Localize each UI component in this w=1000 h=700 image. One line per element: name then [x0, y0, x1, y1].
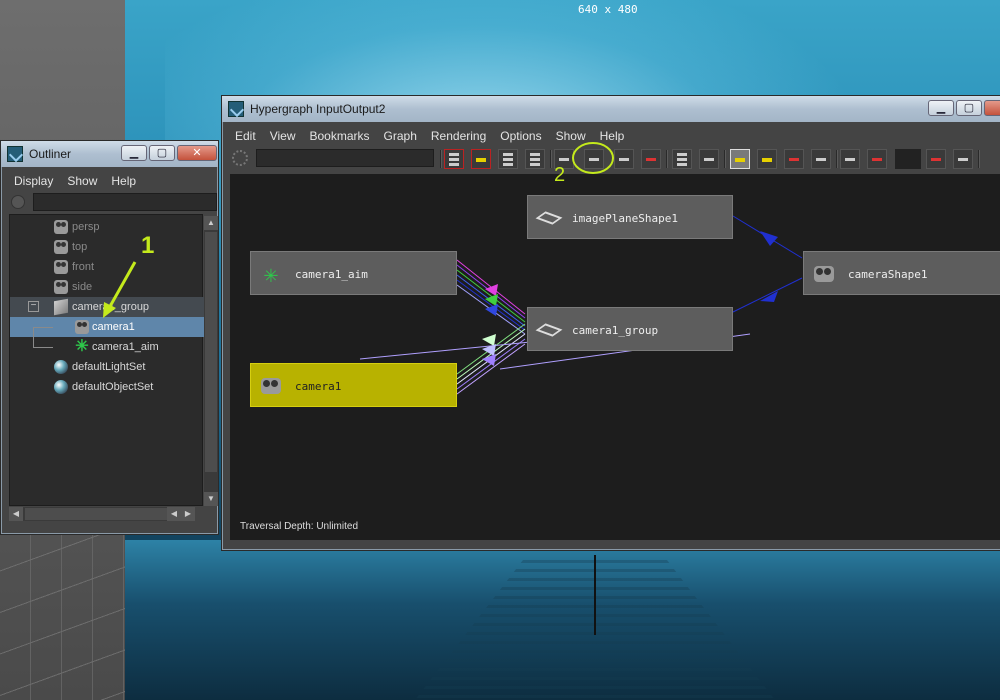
- group-icon: [535, 323, 563, 337]
- traversal-depth-status: Traversal Depth: Unlimited: [240, 521, 359, 532]
- maya-app-icon: [7, 146, 23, 162]
- input-output-connections-button[interactable]: [584, 149, 604, 169]
- camera-icon: [54, 240, 68, 254]
- outliner-menubar: Display Show Help: [7, 171, 212, 191]
- outliner-item-side[interactable]: side: [10, 277, 204, 297]
- hypergraph-search-input[interactable]: [256, 149, 434, 167]
- menu-help[interactable]: Help: [104, 171, 143, 188]
- show-connections-button[interactable]: [699, 149, 719, 169]
- outliner-item-camera1-group[interactable]: − camera1_group: [10, 297, 204, 317]
- maya-app-icon: [228, 101, 244, 117]
- menu-help[interactable]: Help: [593, 126, 632, 143]
- outliner-horizontal-scrollbar[interactable]: ◀ ◀ ▶: [9, 507, 195, 521]
- zero-button[interactable]: [840, 149, 860, 169]
- menu-edit[interactable]: Edit: [228, 126, 263, 143]
- layout-button[interactable]: [498, 149, 518, 169]
- outliner-item-camera1[interactable]: camera1: [10, 317, 204, 337]
- outliner-item-defaultlightset[interactable]: defaultLightSet: [10, 357, 204, 377]
- hypergraph-window: Hypergraph InputOutput2 ▁ ▢ ✕ EditViewBo…: [221, 95, 1000, 551]
- scroll-right-icon[interactable]: ◀: [167, 507, 181, 521]
- close-button[interactable]: ✕: [984, 100, 1000, 116]
- clear-graph-button[interactable]: [641, 149, 661, 169]
- menu-graph[interactable]: Graph: [377, 126, 424, 143]
- swatch-button[interactable]: [895, 149, 921, 169]
- camera-icon: [54, 220, 68, 234]
- frame-all-button[interactable]: [811, 149, 831, 169]
- scroll-thumb[interactable]: [205, 232, 217, 472]
- hypergraph-menubar: Edit View Bookmarks Graph Rendering Options Sh…: [228, 126, 1000, 146]
- maximize-button[interactable]: ▢: [956, 100, 982, 116]
- scroll-right-icon[interactable]: ▶: [181, 507, 195, 521]
- camera-arrowheads: [482, 334, 496, 366]
- menu-display[interactable]: Display: [7, 171, 60, 188]
- shapes-button[interactable]: [784, 149, 804, 169]
- outliner-vertical-scrollbar[interactable]: ▲ ▼: [204, 216, 218, 506]
- node-camerashape1[interactable]: cameraShape1: [803, 251, 1000, 295]
- outliner-filter: [9, 193, 217, 211]
- menu-view[interactable]: View: [263, 126, 303, 143]
- hypergraph-titlebar[interactable]: Hypergraph InputOutput2 ▁ ▢ ✕: [222, 96, 1000, 122]
- node-camera1-aim[interactable]: camera1_aim: [250, 251, 457, 295]
- toggle-dag-button[interactable]: [730, 149, 750, 169]
- collapse-toggle[interactable]: −: [28, 301, 39, 312]
- scene-hierarchy-button[interactable]: [672, 149, 692, 169]
- hypergraph-graph-area[interactable]: imagePlaneShape1 camera1_aim cameraShape…: [230, 174, 1000, 540]
- camera-icon: [54, 280, 68, 294]
- set-icon: [54, 360, 68, 374]
- node-camera1-group[interactable]: camera1_group: [527, 307, 733, 351]
- resolution-gate-label: 640 x 480: [578, 3, 638, 16]
- node-imageplaneshape1[interactable]: imagePlaneShape1: [527, 195, 733, 239]
- outliner-titlebar[interactable]: Outliner ▁ ▢ ✕: [1, 141, 218, 167]
- maximize-button[interactable]: ▢: [149, 145, 175, 161]
- toggle-graph-button[interactable]: [471, 149, 491, 169]
- output-connections-button[interactable]: [614, 149, 634, 169]
- minimize-button[interactable]: ▁: [121, 145, 147, 161]
- outliner-item-top[interactable]: top: [10, 237, 204, 257]
- hypergraph-toolbar: [228, 146, 1000, 172]
- outliner-item-camera1-aim[interactable]: camera1_aim: [10, 327, 204, 357]
- hypergraph-title: Hypergraph InputOutput2: [250, 102, 386, 116]
- aim-locator-icon: [261, 264, 281, 284]
- search-options-icon[interactable]: [232, 150, 248, 166]
- outliner-title: Outliner: [29, 147, 72, 161]
- group-icon: [54, 298, 68, 316]
- filter-options-icon[interactable]: [11, 195, 25, 209]
- outliner-item-persp[interactable]: persp: [10, 217, 204, 237]
- minimize-button[interactable]: ▁: [928, 100, 954, 116]
- annotation-number-2: 2: [554, 164, 566, 186]
- remove-button[interactable]: [867, 149, 887, 169]
- menu-rendering[interactable]: Rendering: [424, 126, 493, 143]
- outliner-item-defaultobjectset[interactable]: defaultObjectSet: [10, 377, 204, 397]
- camera-icon: [814, 266, 834, 282]
- camera-icon: [75, 320, 89, 334]
- scroll-left-icon[interactable]: ◀: [9, 507, 23, 521]
- layout2-button[interactable]: [525, 149, 545, 169]
- toggle-dg-button[interactable]: [757, 149, 777, 169]
- menu-show[interactable]: Show: [549, 126, 593, 143]
- menu-options[interactable]: Options: [493, 126, 548, 143]
- aim-arrowheads: [485, 284, 498, 316]
- aim-locator-icon: [75, 340, 89, 354]
- close-button[interactable]: ✕: [177, 145, 217, 161]
- menu-show[interactable]: Show: [60, 171, 104, 188]
- node-camera1[interactable]: camera1: [250, 363, 457, 407]
- toggle-freeform-button[interactable]: [444, 149, 464, 169]
- scroll-thumb[interactable]: [25, 508, 175, 520]
- outliner-item-front[interactable]: front: [10, 257, 204, 277]
- scroll-down-icon[interactable]: ▼: [204, 492, 218, 506]
- set-icon: [54, 380, 68, 394]
- camera-icon: [54, 260, 68, 274]
- menu-bookmarks[interactable]: Bookmarks: [302, 126, 376, 143]
- outliner-window: Outliner ▁ ▢ ✕ Display Show Help persp top…: [0, 140, 219, 535]
- link-button[interactable]: [953, 149, 973, 169]
- scroll-up-icon[interactable]: ▲: [204, 216, 218, 230]
- outliner-search-input[interactable]: [33, 193, 217, 211]
- image-plane-icon: [535, 211, 563, 225]
- camera-icon: [261, 378, 281, 394]
- toggle-red-button[interactable]: [926, 149, 946, 169]
- connection-group-to-camerashape: [732, 277, 803, 313]
- outliner-tree: persp top front side − camera1_group cam…: [9, 214, 204, 506]
- annotation-number-1: 1: [141, 232, 155, 259]
